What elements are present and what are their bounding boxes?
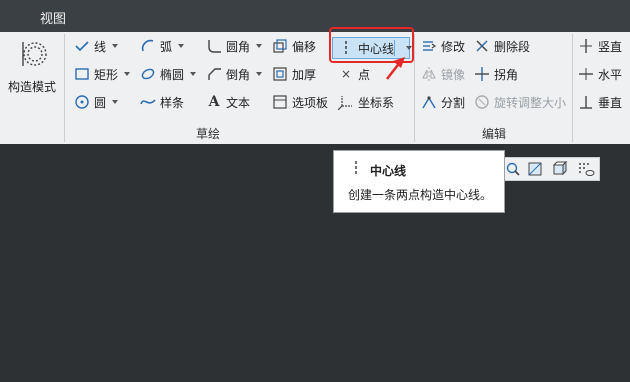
circle-button[interactable]: 圆 bbox=[74, 92, 119, 112]
shading-icon[interactable] bbox=[551, 160, 568, 180]
ellipse-label: 椭圆 bbox=[160, 67, 185, 82]
annotation-arrow-icon bbox=[386, 57, 405, 80]
spline-button[interactable]: 样条 bbox=[140, 92, 184, 112]
modify-label: 修改 bbox=[441, 39, 466, 54]
mirror-icon bbox=[421, 66, 437, 82]
modify-icon bbox=[421, 38, 437, 54]
palette-button[interactable]: 选项板 bbox=[272, 92, 328, 112]
chamfer-button[interactable]: 倒角 bbox=[206, 64, 263, 84]
rotate-resize-icon bbox=[474, 94, 490, 110]
horizontal-constraint-button[interactable]: 水平 bbox=[578, 64, 622, 84]
chevron-down-icon[interactable] bbox=[112, 44, 119, 48]
offset-button[interactable]: 偏移 bbox=[272, 36, 316, 56]
divide-button[interactable]: 分割 bbox=[421, 92, 465, 112]
separator bbox=[572, 34, 573, 142]
corner-icon bbox=[474, 66, 490, 82]
chevron-down-icon[interactable] bbox=[256, 72, 263, 76]
construction-mode-button[interactable]: 构造模式 bbox=[6, 40, 58, 95]
perpendicular-label: 垂直 bbox=[598, 95, 623, 110]
offset-label: 偏移 bbox=[292, 39, 317, 54]
perpendicular-icon bbox=[578, 94, 594, 110]
ellipse-icon bbox=[140, 66, 156, 82]
view-orientation-icon[interactable] bbox=[527, 161, 543, 180]
circle-label: 圆 bbox=[94, 95, 107, 110]
vertical-label: 竖直 bbox=[598, 39, 623, 54]
spline-label: 样条 bbox=[160, 95, 185, 110]
coordsys-icon bbox=[338, 94, 354, 110]
rectangle-button[interactable]: 矩形 bbox=[74, 64, 131, 84]
text-button[interactable]: A 文本 bbox=[206, 92, 250, 112]
palette-icon bbox=[272, 94, 288, 110]
modify-button[interactable]: 修改 bbox=[421, 36, 465, 56]
rectangle-label: 矩形 bbox=[94, 67, 119, 82]
zoom-icon[interactable] bbox=[505, 161, 521, 180]
separator bbox=[64, 34, 65, 142]
edit-group-label: 编辑 bbox=[482, 127, 507, 141]
divide-label: 分割 bbox=[441, 95, 466, 110]
thicken-icon bbox=[272, 66, 288, 82]
chevron-down-icon[interactable] bbox=[256, 44, 263, 48]
horizontal-icon bbox=[578, 66, 594, 82]
line-label: 线 bbox=[94, 39, 107, 54]
perpendicular-constraint-button[interactable]: 垂直 bbox=[578, 92, 622, 112]
arc-button[interactable]: 弧 bbox=[140, 36, 185, 56]
chevron-down-icon[interactable] bbox=[178, 44, 185, 48]
menu-bar: 视图 bbox=[0, 0, 630, 32]
mirror-label: 镜像 bbox=[441, 67, 466, 82]
centerline-icon bbox=[348, 160, 364, 179]
divide-icon bbox=[421, 94, 437, 110]
delete-segment-button[interactable]: 删除段 bbox=[474, 36, 530, 56]
coordsys-label: 坐标系 bbox=[358, 95, 395, 110]
line-button[interactable]: 线 bbox=[74, 36, 119, 56]
delete-segment-label: 删除段 bbox=[494, 39, 531, 54]
separator bbox=[414, 34, 415, 142]
corner-button[interactable]: 拐角 bbox=[474, 64, 518, 84]
construction-mode-icon bbox=[6, 40, 58, 68]
thicken-button[interactable]: 加厚 bbox=[272, 64, 316, 84]
fillet-icon bbox=[206, 38, 222, 54]
centerline-tooltip: 中心线 创建一条两点构造中心线。 bbox=[333, 150, 505, 213]
rectangle-icon bbox=[74, 66, 90, 82]
text-label: 文本 bbox=[226, 95, 251, 110]
delete-segment-icon bbox=[474, 38, 490, 54]
sketch-group-label: 草绘 bbox=[196, 127, 221, 141]
chamfer-icon bbox=[206, 66, 222, 82]
construction-mode-label: 构造模式 bbox=[7, 80, 56, 94]
tooltip-title: 中心线 bbox=[370, 164, 407, 178]
horizontal-label: 水平 bbox=[598, 67, 623, 82]
point-label: 点 bbox=[358, 67, 371, 82]
palette-label: 选项板 bbox=[292, 95, 329, 110]
chevron-down-icon[interactable] bbox=[124, 72, 131, 76]
spline-icon bbox=[140, 94, 156, 110]
point-icon: × bbox=[340, 67, 352, 81]
ribbon: 构造模式 线 矩形 圆 弧 椭圆 样条 圆角 倒角 A 文本 偏移 加厚 选项板… bbox=[0, 32, 630, 144]
line-icon bbox=[74, 38, 90, 54]
thicken-label: 加厚 bbox=[292, 67, 317, 82]
fillet-label: 圆角 bbox=[226, 39, 251, 54]
mirror-button[interactable]: 镜像 bbox=[421, 64, 465, 84]
coordsys-button[interactable]: 坐标系 bbox=[338, 92, 394, 112]
tooltip-description: 创建一条两点构造中心线。 bbox=[348, 188, 493, 202]
chevron-down-icon[interactable] bbox=[190, 72, 197, 76]
arc-label: 弧 bbox=[160, 39, 173, 54]
ellipse-button[interactable]: 椭圆 bbox=[140, 64, 197, 84]
rotate-resize-button[interactable]: 旋转调整大小 bbox=[474, 92, 566, 112]
chamfer-label: 倒角 bbox=[226, 67, 251, 82]
tab-view[interactable]: 视图 bbox=[40, 8, 66, 27]
point-button[interactable]: × 点 bbox=[338, 64, 370, 84]
chevron-down-icon[interactable] bbox=[112, 100, 119, 104]
text-icon: A bbox=[208, 94, 220, 110]
circle-icon bbox=[74, 94, 90, 110]
corner-label: 拐角 bbox=[494, 67, 519, 82]
view-toolbar bbox=[500, 157, 600, 181]
display-filter-icon[interactable] bbox=[577, 161, 595, 180]
offset-icon bbox=[272, 38, 288, 54]
vertical-constraint-button[interactable]: 竖直 bbox=[578, 36, 622, 56]
arc-icon bbox=[140, 38, 156, 54]
fillet-button[interactable]: 圆角 bbox=[206, 36, 263, 56]
rotate-resize-label: 旋转调整大小 bbox=[494, 95, 567, 110]
vertical-icon bbox=[578, 38, 594, 54]
